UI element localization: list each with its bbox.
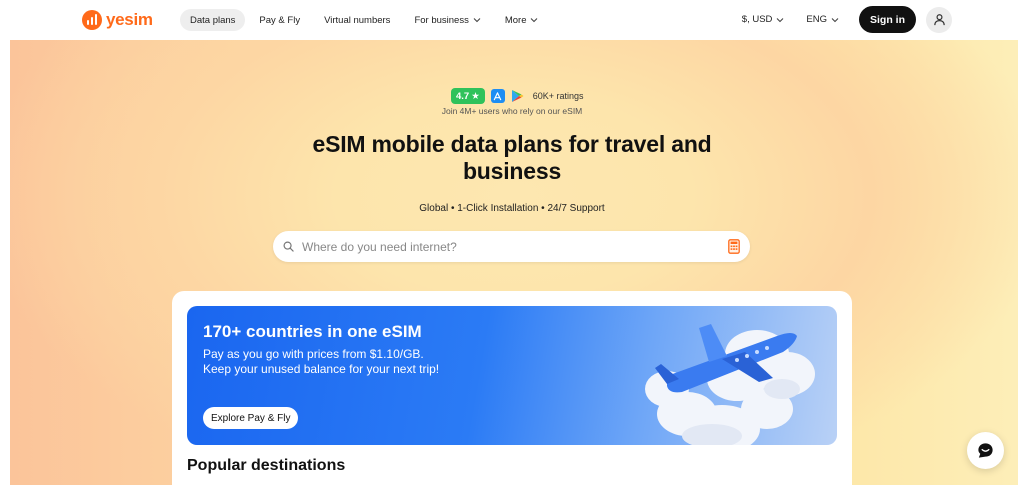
search-input[interactable] bbox=[302, 239, 728, 254]
logo-text: yesim bbox=[106, 10, 153, 29]
language-selector[interactable]: ENG bbox=[806, 14, 839, 25]
rating-row: 4.7 ★ 60K+ ratings bbox=[451, 88, 584, 104]
currency-selector[interactable]: $, USD bbox=[742, 14, 785, 25]
currency-value: $, USD bbox=[741, 14, 773, 25]
main-nav: Data plans Pay & Fly Virtual numbers For… bbox=[180, 9, 548, 31]
nav-pay-and-fly[interactable]: Pay & Fly bbox=[249, 9, 310, 31]
app-store-icon[interactable] bbox=[490, 89, 505, 103]
features-line: Global • 1-Click Installation • 24/7 Sup… bbox=[419, 203, 605, 214]
nav-virtual-numbers[interactable]: Virtual numbers bbox=[314, 9, 400, 31]
page-title: eSIM mobile data plans for travel and bu… bbox=[312, 131, 712, 184]
calculator-icon[interactable] bbox=[728, 239, 740, 254]
pay-and-fly-banner[interactable]: 170+ countries in one eSIM Pay as you go… bbox=[187, 306, 837, 445]
header-tools: $, USD ENG Sign in bbox=[742, 6, 952, 33]
popular-destinations-heading: Popular destinations bbox=[187, 457, 346, 474]
banner-title: 170+ countries in one eSIM bbox=[203, 322, 422, 341]
banner-line-1: Pay as you go with prices from $1.10/GB. bbox=[203, 347, 424, 361]
ratings-count: 60K+ ratings bbox=[532, 91, 584, 101]
destination-search[interactable] bbox=[273, 231, 750, 262]
nav-for-business[interactable]: For business bbox=[404, 9, 490, 31]
trust-text: Join 4M+ users who rely on our eSIM bbox=[441, 106, 583, 116]
banner-line-2: Keep your unused balance for your next t… bbox=[203, 362, 440, 376]
nav-label: More bbox=[504, 14, 527, 26]
nav-label: Data plans bbox=[190, 14, 236, 26]
chevron-down-icon bbox=[831, 17, 839, 22]
rating-badge: 4.7 ★ bbox=[451, 88, 485, 104]
user-icon bbox=[933, 14, 945, 26]
support-chat-button[interactable] bbox=[967, 432, 1004, 469]
google-play-icon[interactable] bbox=[511, 89, 525, 103]
language-value: ENG bbox=[806, 14, 827, 25]
star-icon: ★ bbox=[471, 90, 480, 102]
chevron-down-icon bbox=[473, 18, 481, 23]
explore-pay-and-fly-button[interactable]: Explore Pay & Fly bbox=[203, 407, 299, 429]
rating-value: 4.7 bbox=[456, 90, 470, 102]
logo-icon bbox=[82, 10, 102, 30]
search-icon bbox=[283, 241, 294, 252]
airplane-icon bbox=[645, 324, 815, 445]
nav-data-plans[interactable]: Data plans bbox=[180, 9, 246, 31]
content-card: 170+ countries in one eSIM Pay as you go… bbox=[172, 291, 852, 485]
nav-label: For business bbox=[414, 14, 469, 26]
yesim-logo[interactable]: yesim bbox=[82, 10, 153, 30]
top-navbar: yesim Data plans Pay & Fly Virtual numbe… bbox=[0, 0, 1024, 40]
nav-label: Pay & Fly bbox=[259, 14, 301, 26]
chevron-down-icon bbox=[777, 17, 784, 22]
nav-label: Virtual numbers bbox=[324, 14, 391, 26]
chat-icon bbox=[978, 443, 993, 458]
chevron-down-icon bbox=[531, 18, 538, 23]
sign-in-button[interactable]: Sign in bbox=[859, 6, 916, 33]
account-button[interactable] bbox=[926, 6, 952, 33]
nav-more[interactable]: More bbox=[495, 9, 549, 31]
